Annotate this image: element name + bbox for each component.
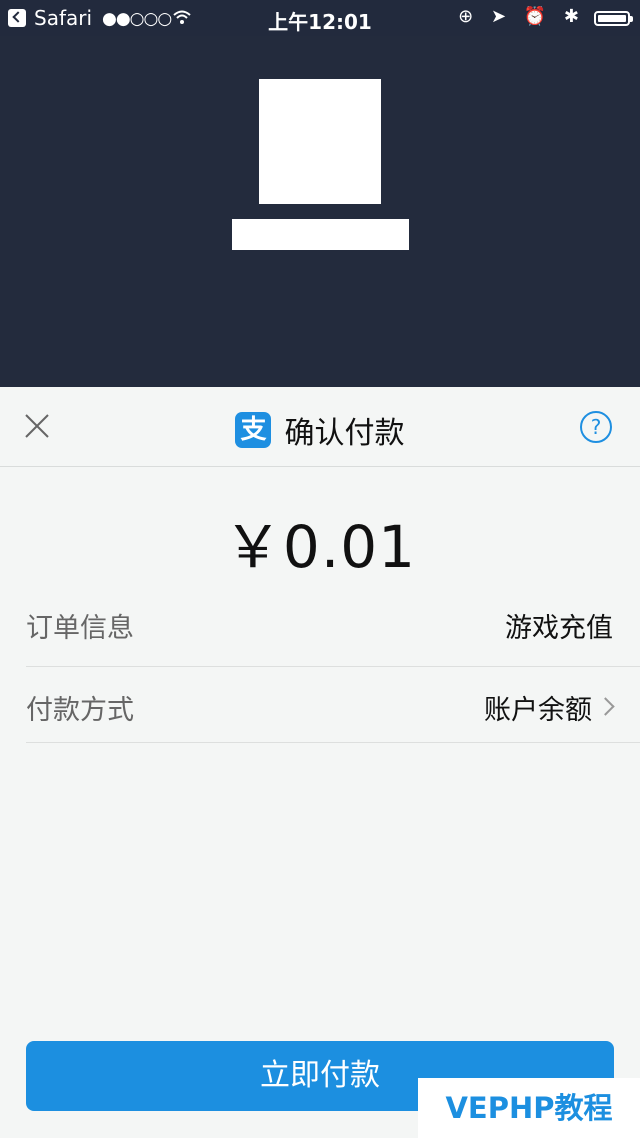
payment-method-row[interactable]: 付款方式 账户余额	[26, 666, 640, 743]
watermark: VEPHP教程	[418, 1078, 640, 1138]
sheet-title: 支 确认付款	[0, 408, 640, 452]
payment-method-value: 账户余额	[484, 695, 592, 726]
payment-method-label: 付款方式	[26, 695, 134, 726]
merchant-name-placeholder	[232, 219, 409, 250]
payment-amount: ￥0.01	[223, 513, 417, 581]
sheet-title-text: 确认付款	[284, 416, 405, 451]
merchant-header	[0, 36, 640, 387]
order-info-value: 游戏充值	[505, 613, 613, 644]
battery-icon	[594, 11, 633, 26]
alipay-logo-icon: 支	[235, 412, 272, 448]
status-bar: Safari ●●○○○ 上午12:01 ⊕ ➤ ⏰ ✱	[0, 0, 640, 36]
status-icons: ⊕ ➤ ⏰ ✱	[458, 6, 585, 27]
merchant-logo-placeholder	[259, 79, 381, 204]
payment-sheet: 支 确认付款 ? ￥0.01 订单信息 游戏充值 付款方式 账户余额 立即付款	[0, 387, 640, 1138]
order-info-label: 订单信息	[26, 613, 134, 644]
order-info-row: 订单信息 游戏充值	[26, 584, 640, 667]
help-icon[interactable]: ?	[580, 411, 612, 443]
chevron-right-icon	[596, 697, 615, 716]
sheet-header: 支 确认付款 ?	[0, 387, 640, 467]
